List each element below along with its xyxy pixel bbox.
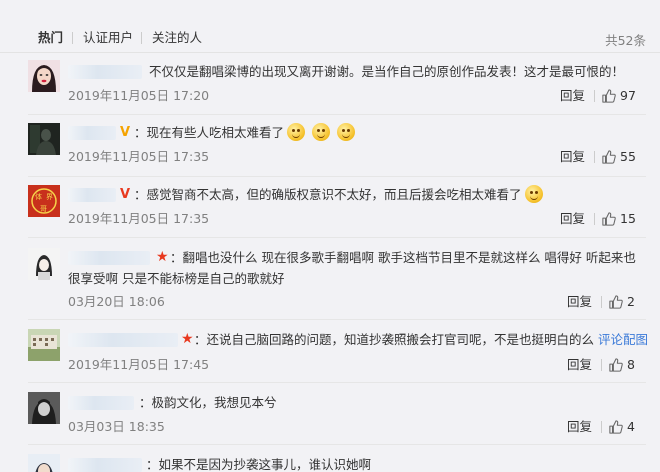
comment-text: 如果不是因为抄袭这事儿，谁认识她啊 (158, 457, 372, 472)
comment-time: 2019年11月05日 17:20 (68, 88, 210, 103)
avatar-black-white-photo-icon[interactable] (28, 392, 60, 424)
comment-item: V ：现在有些人吃相太难看了 2019年11月05日 17:35 回复 55 (0, 115, 660, 177)
username-blurred[interactable] (68, 65, 142, 79)
svg-text:体: 体 (35, 192, 42, 201)
comment-time: 2019年11月05日 17:35 (68, 149, 210, 164)
action-divider (601, 421, 602, 433)
comment-item: 不仅仅是翻唱梁博的出现又离开谢谢。是当作自己的原创作品发表！这才是最可恨的！ 2… (0, 52, 660, 115)
reply-button[interactable]: 回复 (567, 419, 592, 435)
smile-emoji-icon (312, 123, 331, 141)
comment-text: 现在有些人吃相太难看了 (146, 125, 285, 140)
avatar-building-photo-icon[interactable] (28, 329, 60, 361)
comment-time: 03月03日 18:35 (68, 419, 165, 434)
comment-item: ：如果不是因为抄袭这事儿，谁认识她啊 (0, 445, 660, 472)
like-count: 4 (627, 419, 635, 434)
comment-text: 翻唱也没什么 现在很多歌手翻唱啊 歌手这档节目里不是就这样么 唱得好 听起来也很… (68, 250, 636, 286)
thumbs-up-icon (609, 420, 623, 434)
like-button[interactable]: 2 (609, 294, 635, 310)
smile-emoji-icon (287, 123, 306, 141)
comment-text-wrapper: ：极韵文化，我想见本兮 (139, 395, 277, 410)
comment-panel: 热门 认证用户 关注的人 共52条 不仅仅是翻唱梁博的出现又离开谢谢。是当作自己… (0, 0, 660, 472)
username-blurred[interactable] (68, 188, 116, 202)
comment-item: 体 界 哥 V ：感觉智商不太高，但的确版权意识不太好，而且后援会吃相太难看了 … (0, 177, 660, 238)
thumbs-up-icon (602, 89, 616, 103)
comment-total-count: 共52条 (605, 33, 646, 48)
thumbs-up-icon (609, 358, 623, 372)
comment-text: 不仅仅是翻唱梁博的出现又离开谢谢。是当作自己的原创作品发表！这才是最可恨的！ (149, 64, 625, 79)
like-button[interactable]: 4 (609, 419, 635, 435)
avatar-sketch-girl-icon[interactable] (28, 248, 60, 280)
reply-button[interactable]: 回复 (560, 88, 585, 104)
action-divider (601, 359, 602, 371)
thumbs-up-icon (602, 212, 616, 226)
username-blurred[interactable] (68, 333, 178, 347)
tab-divider (72, 32, 73, 44)
smile-emoji-icon (524, 185, 543, 203)
comment-text: 感觉智商不太高，但的确版权意识不太好，而且后援会吃相太难看了 (146, 187, 522, 202)
action-divider (594, 90, 595, 102)
comment-text-wrapper: ：感觉智商不太高，但的确版权意识不太好，而且后援会吃相太难看了 (134, 184, 543, 205)
username-blurred[interactable] (68, 126, 116, 140)
comment-text: 极韵文化，我想见本兮 (151, 395, 277, 410)
action-divider (601, 296, 602, 308)
avatar-partial-icon[interactable] (28, 454, 60, 472)
comment-text-wrapper: ：如果不是因为抄袭这事儿，谁认识她啊 (146, 457, 372, 472)
comment-text: 还说自己脑回路的问题，知道抄袭照搬会打官司呢，不是也挺明白的么 (206, 332, 595, 347)
thumbs-up-icon (609, 295, 623, 309)
reply-button[interactable]: 回复 (560, 211, 585, 227)
like-button[interactable]: 97 (602, 88, 636, 104)
thumbs-up-icon (602, 150, 616, 164)
like-count: 8 (627, 357, 635, 372)
verified-badge: V (120, 187, 131, 202)
star-badge-icon: ★ (181, 331, 194, 347)
avatar-woman-red-lips-icon[interactable] (28, 60, 60, 92)
svg-text:界: 界 (46, 193, 53, 201)
comment-time: 03月20日 18:06 (68, 294, 165, 309)
like-count: 97 (620, 88, 636, 103)
reply-button[interactable]: 回复 (567, 294, 592, 310)
tab-verified-users[interactable]: 认证用户 (83, 30, 133, 46)
comment-item: ★ ：翻唱也没什么 现在很多歌手翻唱啊 歌手这档节目里不是就这样么 唱得好 听起… (0, 238, 660, 320)
comment-item: ★ ：还说自己脑回路的问题，知道抄袭照搬会打官司呢，不是也挺明白的么 评论配图 … (0, 320, 660, 383)
svg-text:哥: 哥 (40, 205, 47, 213)
username-blurred[interactable] (68, 458, 142, 472)
like-button[interactable]: 55 (602, 149, 636, 165)
reply-button[interactable]: 回复 (567, 357, 592, 373)
action-divider (594, 151, 595, 163)
tab-divider (141, 32, 142, 44)
smile-emoji-icon (337, 123, 355, 141)
comment-time: 2019年11月05日 17:35 (68, 211, 210, 226)
tab-hot[interactable]: 热门 (38, 30, 63, 46)
reply-button[interactable]: 回复 (560, 149, 585, 165)
like-count: 2 (627, 294, 635, 309)
like-button[interactable]: 8 (609, 357, 635, 373)
like-count: 15 (620, 211, 636, 226)
comment-time: 2019年11月05日 17:45 (68, 357, 210, 372)
verified-badge: V (120, 125, 131, 140)
username-blurred[interactable] (68, 396, 134, 410)
comment-text-wrapper: ：现在有些人吃相太难看了 (134, 122, 355, 143)
action-divider (594, 213, 595, 225)
like-count: 55 (620, 149, 636, 164)
like-button[interactable]: 15 (602, 211, 636, 227)
comment-text-wrapper: ：还说自己脑回路的问题，知道抄袭照搬会打官司呢，不是也挺明白的么 评论配图 (194, 332, 649, 347)
tab-following[interactable]: 关注的人 (152, 30, 202, 46)
comment-text-wrapper: ：翻唱也没什么 现在很多歌手翻唱啊 歌手这档节目里不是就这样么 唱得好 听起来也… (68, 250, 636, 286)
avatar-dark-figure-icon[interactable] (28, 123, 60, 155)
comment-tabs: 热门 认证用户 关注的人 共52条 (0, 0, 660, 53)
avatar-red-seal-icon[interactable]: 体 界 哥 (28, 185, 60, 217)
comment-image-link[interactable]: 评论配图 (598, 332, 648, 347)
comment-item: ：极韵文化，我想见本兮 03月03日 18:35 回复 4 (0, 383, 660, 445)
